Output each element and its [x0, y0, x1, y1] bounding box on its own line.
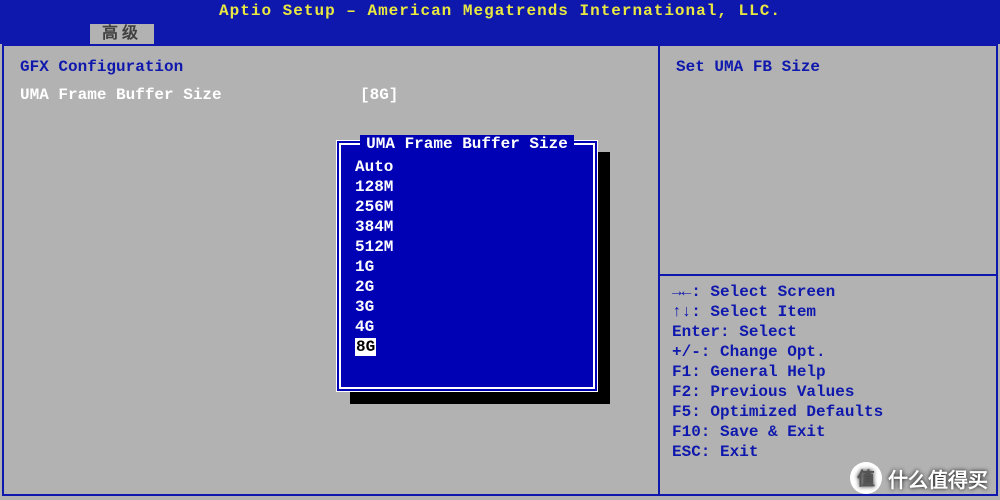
bios-tabbar: 高级 — [0, 24, 1000, 44]
popup-inner: UMA Frame Buffer Size Auto128M256M384M51… — [339, 143, 595, 389]
popup-option[interactable]: 384M — [355, 217, 579, 237]
keyhelp-row: F1: General Help — [672, 362, 984, 382]
popup-title: UMA Frame Buffer Size — [355, 135, 579, 153]
tab-advanced[interactable]: 高级 — [90, 24, 154, 44]
key-help: →←: Select Screen ↑↓: Select Item Enter:… — [672, 282, 984, 462]
popup-uma-size: UMA Frame Buffer Size Auto128M256M384M51… — [336, 140, 598, 392]
popup-option[interactable]: Auto — [355, 157, 579, 177]
keyhelp-row: F2: Previous Values — [672, 382, 984, 402]
watermark: 值 什么值得买 — [850, 462, 988, 494]
watermark-badge-icon: 值 — [850, 462, 882, 494]
popup-option[interactable]: 8G — [355, 337, 579, 357]
keyhelp-row: →←: Select Screen — [672, 282, 984, 302]
keyhelp-row: F5: Optimized Defaults — [672, 402, 984, 422]
popup-option[interactable]: 256M — [355, 197, 579, 217]
popup-option-list: Auto128M256M384M512M1G2G3G4G8G — [355, 157, 579, 357]
help-divider — [658, 274, 998, 276]
popup-option[interactable]: 128M — [355, 177, 579, 197]
keyhelp-row: ↑↓: Select Item — [672, 302, 984, 322]
help-panel: Set UMA FB Size →←: Select Screen ↑↓: Se… — [660, 46, 996, 494]
setting-uma-frame-buffer[interactable]: UMA Frame Buffer Size [8G] — [20, 86, 642, 104]
section-title: GFX Configuration — [20, 58, 642, 76]
keyhelp-row: Enter: Select — [672, 322, 984, 342]
popup-option[interactable]: 2G — [355, 277, 579, 297]
popup-option[interactable]: 512M — [355, 237, 579, 257]
popup-option[interactable]: 3G — [355, 297, 579, 317]
watermark-text: 什么值得买 — [888, 464, 988, 493]
help-text: Set UMA FB Size — [676, 58, 980, 76]
popup-option[interactable]: 4G — [355, 317, 579, 337]
setting-label: UMA Frame Buffer Size — [20, 86, 360, 104]
setting-value: [8G] — [360, 86, 398, 104]
popup-option[interactable]: 1G — [355, 257, 579, 277]
keyhelp-row: F10: Save & Exit — [672, 422, 984, 442]
keyhelp-row: +/-: Change Opt. — [672, 342, 984, 362]
keyhelp-row: ESC: Exit — [672, 442, 984, 462]
bios-title: Aptio Setup – American Megatrends Intern… — [0, 0, 1000, 24]
